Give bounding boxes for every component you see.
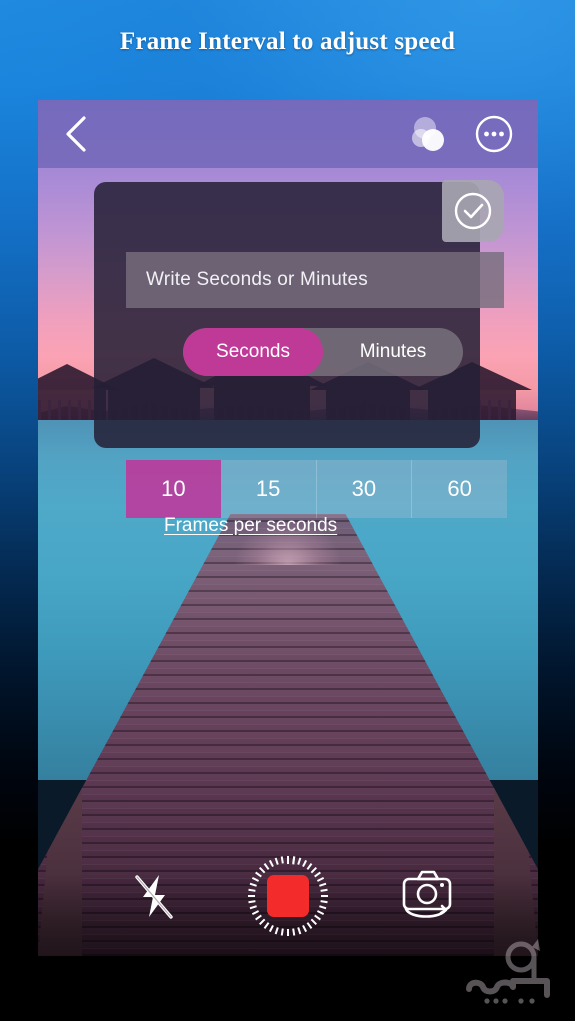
duration-input-placeholder: Write Seconds or Minutes bbox=[146, 269, 368, 290]
record-dial-icon bbox=[248, 856, 328, 936]
fps-option-15[interactable]: 15 bbox=[221, 460, 317, 518]
chevron-left-icon bbox=[66, 116, 86, 152]
flash-off-button[interactable] bbox=[124, 866, 184, 926]
back-button[interactable] bbox=[54, 112, 98, 156]
more-options-button[interactable] bbox=[474, 114, 514, 154]
flash-off-icon bbox=[135, 875, 173, 919]
frame-interval-panel bbox=[94, 182, 480, 448]
check-circle-icon bbox=[454, 192, 492, 230]
switch-camera-button[interactable] bbox=[394, 864, 460, 928]
confirm-button[interactable] bbox=[442, 180, 504, 242]
more-options-icon bbox=[475, 115, 513, 153]
switch-camera-icon bbox=[402, 870, 452, 918]
unit-option-minutes[interactable]: Minutes bbox=[323, 328, 463, 376]
fps-selector[interactable]: 10 15 30 60 bbox=[126, 460, 507, 518]
fps-option-10[interactable]: 10 bbox=[126, 460, 221, 518]
unit-option-seconds[interactable]: Seconds bbox=[183, 328, 323, 376]
promo-title: Frame Interval to adjust speed bbox=[119, 28, 456, 55]
fps-option-30[interactable]: 30 bbox=[317, 460, 413, 518]
phone-screen: Write Seconds or Minutes Seconds Minutes… bbox=[38, 100, 538, 994]
duration-input[interactable]: Write Seconds or Minutes bbox=[126, 252, 504, 308]
filter-button[interactable] bbox=[408, 114, 448, 154]
record-stop-button[interactable] bbox=[244, 852, 332, 940]
fps-option-60[interactable]: 60 bbox=[412, 460, 507, 518]
overlapping-circles-icon bbox=[412, 117, 444, 151]
fps-label: Frames per seconds bbox=[164, 515, 338, 536]
sarshar-logo-watermark bbox=[459, 937, 569, 1009]
watermark-glyph-icon bbox=[466, 939, 550, 1004]
unit-toggle[interactable]: Seconds Minutes bbox=[183, 328, 463, 376]
app-topbar bbox=[38, 100, 538, 168]
